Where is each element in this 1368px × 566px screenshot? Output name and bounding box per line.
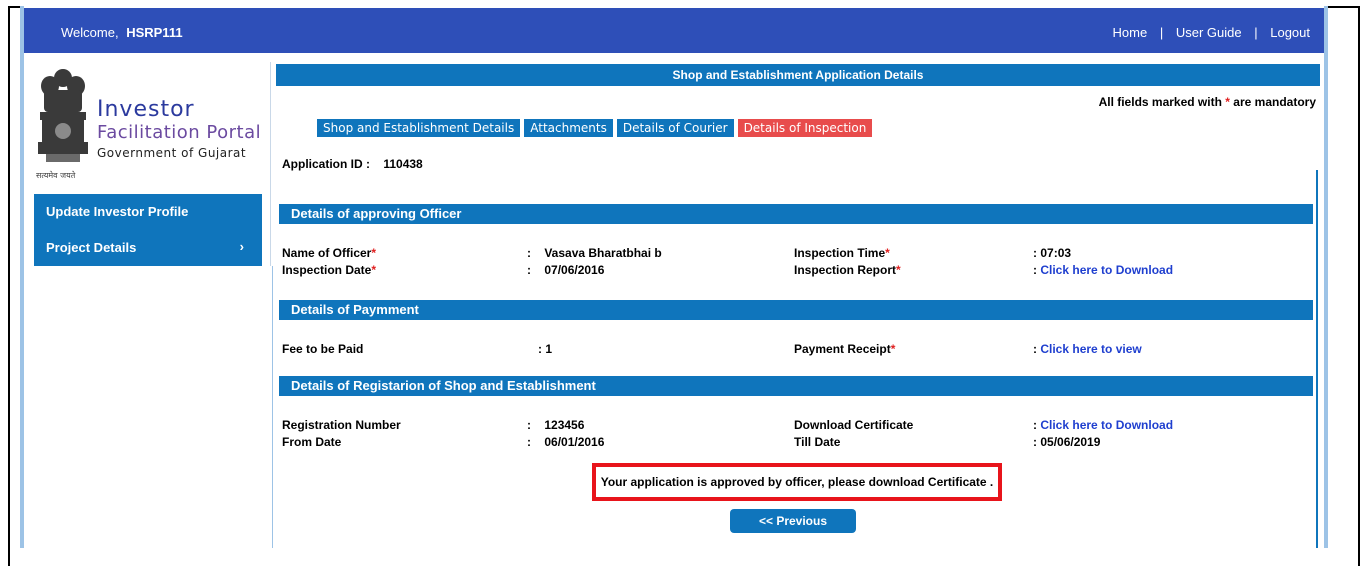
- sidebar-item-label: Project Details: [46, 240, 137, 255]
- sidebar-item-project-details[interactable]: Project Details ›: [34, 230, 262, 266]
- sidebar-item-label: Update Investor Profile: [46, 204, 189, 219]
- separator: |: [1159, 25, 1164, 40]
- emblem-caption: सत्यमेव जयते: [36, 170, 76, 180]
- logout-link[interactable]: Logout: [1270, 25, 1310, 40]
- section-approving-officer: Details of approving Officer: [279, 204, 1313, 224]
- section-registration: Details of Registarion of Shop and Estab…: [279, 376, 1313, 396]
- from-date-label: From Date: [282, 435, 342, 449]
- top-links: Home | User Guide | Logout: [1113, 25, 1310, 40]
- approval-notice: Your application is approved by officer,…: [592, 463, 1002, 501]
- inspection-report-field: : Click here to Download: [1033, 263, 1174, 277]
- tab-bar: Shop and Establishment Details Attachment…: [317, 119, 876, 137]
- page-title: Shop and Establishment Application Detai…: [276, 64, 1320, 86]
- till-date-value: : 05/06/2019: [1033, 435, 1101, 449]
- mandatory-suffix: are mandatory: [1233, 95, 1316, 109]
- registration-number-label: Registration Number: [282, 418, 401, 432]
- tab-shop-establishment-details[interactable]: Shop and Establishment Details: [317, 119, 521, 137]
- home-link[interactable]: Home: [1113, 25, 1148, 40]
- user-guide-link[interactable]: User Guide: [1176, 25, 1242, 40]
- mandatory-prefix: All fields marked with: [1098, 95, 1222, 109]
- till-date-label: Till Date: [794, 435, 841, 449]
- tab-details-of-inspection[interactable]: Details of Inspection: [737, 119, 873, 137]
- previous-button[interactable]: << Previous: [730, 509, 856, 533]
- application-id: Application ID : 110438: [282, 157, 423, 171]
- inspection-date-value: : 07/06/2016: [527, 263, 605, 277]
- officer-name-label: Name of Officer*: [282, 246, 377, 260]
- inspection-report-download-link[interactable]: Click here to Download: [1040, 263, 1173, 277]
- from-date-value: : 06/01/2016: [527, 435, 605, 449]
- sidebar-panel: [34, 266, 273, 548]
- sidebar-item-update-investor-profile[interactable]: Update Investor Profile: [34, 194, 262, 230]
- separator: |: [1254, 25, 1258, 40]
- officer-name-value: : Vasava Bharatbhai b: [527, 246, 662, 260]
- required-star-icon: *: [1225, 95, 1230, 109]
- payment-receipt-label: Payment Receipt*: [794, 342, 896, 356]
- logo-government: Government of Gujarat: [97, 146, 247, 160]
- investor-portal-logo: सत्यमेव जयते Investor Facilitation Porta…: [34, 64, 264, 182]
- payment-receipt-field: : Click here to view: [1033, 342, 1142, 356]
- application-id-value: 110438: [383, 157, 423, 171]
- inspection-time-value: : 07:03: [1033, 246, 1072, 260]
- tab-attachments[interactable]: Attachments: [524, 119, 613, 137]
- content-right-border: [1316, 170, 1318, 548]
- fee-label: Fee to be Paid: [282, 342, 364, 356]
- application-id-label: Application ID :: [282, 157, 370, 171]
- certificate-download-link[interactable]: Click here to Download: [1040, 418, 1173, 432]
- download-certificate-label: Download Certificate: [794, 418, 914, 432]
- ashoka-emblem-icon: सत्यमेव जयते: [36, 69, 88, 180]
- inspection-report-label: Inspection Report*: [794, 263, 901, 277]
- inspection-time-label: Inspection Time*: [794, 246, 890, 260]
- top-bar: Welcome, HSRP111 Home | User Guide | Log…: [24, 8, 1324, 53]
- payment-receipt-view-link[interactable]: Click here to view: [1040, 342, 1141, 356]
- download-certificate-field: : Click here to Download: [1033, 418, 1174, 432]
- fee-value: : 1: [538, 342, 553, 356]
- registration-number-value: : 123456: [527, 418, 585, 432]
- section-payment: Details of Paymment: [279, 300, 1313, 320]
- inspection-date-label: Inspection Date*: [282, 263, 377, 277]
- mandatory-note: All fields marked with * are mandatory: [1099, 95, 1316, 109]
- logo-subtitle: Facilitation Portal: [97, 122, 262, 143]
- tab-details-of-courier[interactable]: Details of Courier: [616, 119, 734, 137]
- welcome-label: Welcome,: [61, 25, 119, 40]
- chevron-right-icon: ›: [239, 239, 244, 254]
- welcome-text: Welcome, HSRP111: [61, 25, 183, 40]
- logo-title: Investor: [97, 97, 195, 122]
- username: HSRP111: [126, 25, 183, 40]
